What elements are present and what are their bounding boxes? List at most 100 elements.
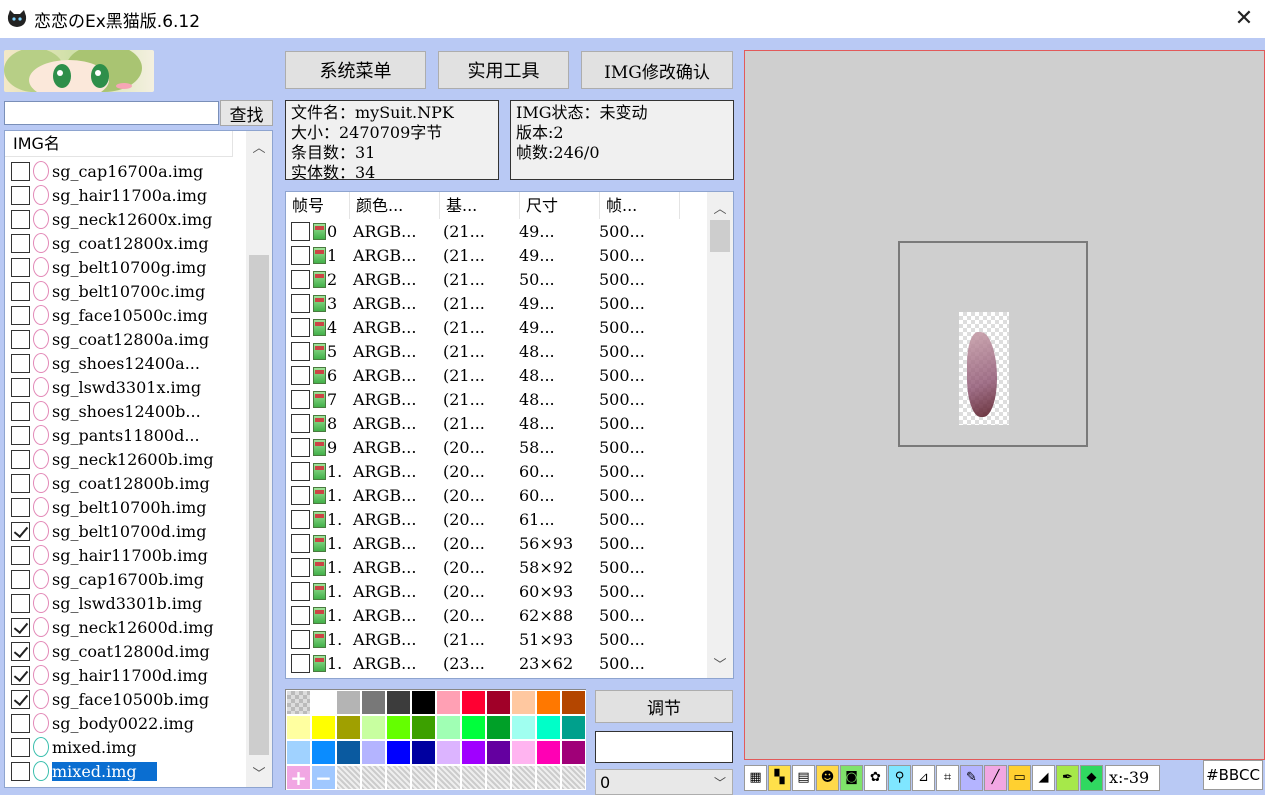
img-checkbox[interactable]: [11, 569, 30, 589]
color-swatch[interactable]: [411, 740, 436, 765]
table-row[interactable]: 5 ARGB... (21... 48... 500...: [286, 339, 706, 363]
img-checkbox[interactable]: [11, 737, 30, 757]
col-header-size[interactable]: 尺寸: [520, 192, 600, 219]
img-checkbox[interactable]: [11, 401, 30, 421]
frame-checkbox[interactable]: [291, 437, 310, 457]
layers-icon[interactable]: ▦: [744, 764, 767, 791]
table-row[interactable]: 3 ARGB... (21... 49... 500...: [286, 291, 706, 315]
color-swatch[interactable]: [436, 690, 461, 715]
transparent-swatch[interactable]: [286, 690, 311, 715]
list-item[interactable]: sg_body0022.img: [5, 711, 245, 735]
empty-swatch[interactable]: [486, 765, 511, 790]
table-row[interactable]: 1. ARGB... (20... 60... 500...: [286, 459, 706, 483]
list-item[interactable]: sg_hair11700b.img: [5, 543, 245, 567]
mode-select[interactable]: 0 ﹀: [595, 769, 733, 795]
frame-checkbox[interactable]: [291, 461, 310, 481]
frame-checkbox[interactable]: [291, 413, 310, 433]
table-row[interactable]: 1. ARGB... (20... 61... 500...: [286, 507, 706, 531]
img-list-header[interactable]: IMG名: [5, 131, 233, 157]
list-item[interactable]: sg_cap16700b.img: [5, 567, 245, 591]
frame-table-scrollbar[interactable]: ︿ ﹀: [707, 192, 733, 678]
frame-checkbox[interactable]: [291, 365, 310, 385]
table-row[interactable]: 1. ARGB... (23... 23×62 500...: [286, 651, 706, 675]
close-button[interactable]: ✕: [1229, 4, 1259, 32]
list-item[interactable]: sg_neck12600x.img: [5, 207, 245, 231]
img-checkbox[interactable]: [11, 521, 30, 541]
scroll-thumb[interactable]: [249, 255, 269, 755]
color-swatch[interactable]: [411, 690, 436, 715]
color-swatch[interactable]: [311, 715, 336, 740]
color-swatch[interactable]: [361, 690, 386, 715]
system-menu-button[interactable]: 系统菜单: [285, 51, 426, 89]
color-swatch[interactable]: [286, 740, 311, 765]
color-swatch[interactable]: [386, 690, 411, 715]
list-item[interactable]: sg_neck12600b.img: [5, 447, 245, 471]
color-swatch[interactable]: [361, 715, 386, 740]
list-item[interactable]: sg_coat12800a.img: [5, 327, 245, 351]
color-swatch[interactable]: [511, 690, 536, 715]
table-row[interactable]: 2 ARGB... (21... 50... 500...: [286, 267, 706, 291]
img-checkbox[interactable]: [11, 185, 30, 205]
table-row[interactable]: 1. ARGB... (21... 51×93 500...: [286, 627, 706, 651]
col-header-frame-no[interactable]: 帧号: [286, 192, 350, 219]
list-item[interactable]: mixed.img: [5, 759, 245, 783]
line-icon[interactable]: ╱: [984, 764, 1007, 791]
color-swatch[interactable]: [436, 715, 461, 740]
list-item[interactable]: sg_lswd3301x.img: [5, 375, 245, 399]
list-item[interactable]: sg_neck12600d.img: [5, 615, 245, 639]
color-swatch[interactable]: [486, 690, 511, 715]
img-checkbox[interactable]: [11, 281, 30, 301]
list-item[interactable]: sg_coat12800b.img: [5, 471, 245, 495]
img-checkbox[interactable]: [11, 377, 30, 397]
search-button[interactable]: 查找: [220, 100, 273, 126]
list-item[interactable]: sg_lswd3301b.img: [5, 591, 245, 615]
grid-icon[interactable]: ▚: [768, 764, 791, 791]
film-icon[interactable]: ▤: [792, 764, 815, 791]
img-checkbox[interactable]: [11, 473, 30, 493]
scroll-down-icon[interactable]: ﹀: [707, 650, 733, 676]
table-row[interactable]: 1. ARGB... (20... 58×92 500...: [286, 555, 706, 579]
color-swatch[interactable]: [436, 740, 461, 765]
color-swatch[interactable]: [461, 740, 486, 765]
frame-checkbox[interactable]: [291, 293, 310, 313]
img-checkbox[interactable]: [11, 449, 30, 469]
list-item[interactable]: sg_belt10700g.img: [5, 255, 245, 279]
color-swatch[interactable]: [536, 690, 561, 715]
empty-swatch[interactable]: [536, 765, 561, 790]
color-swatch[interactable]: [336, 715, 361, 740]
frame-checkbox[interactable]: [291, 317, 310, 337]
img-checkbox[interactable]: [11, 545, 30, 565]
color-swatch[interactable]: [386, 715, 411, 740]
frame-table[interactable]: 帧号 颜色... 基... 尺寸 帧... 0 ARGB... (21... 49..…: [285, 191, 734, 679]
sprite-preview[interactable]: [959, 312, 1009, 425]
table-row[interactable]: 1 ARGB... (21... 49... 500...: [286, 243, 706, 267]
img-confirm-button[interactable]: IMG修改确认: [581, 51, 733, 89]
img-checkbox[interactable]: [11, 425, 30, 445]
color-swatch[interactable]: [361, 740, 386, 765]
tools-button[interactable]: 实用工具: [438, 51, 569, 89]
col-header-frame[interactable]: 帧...: [600, 192, 680, 219]
camera-icon[interactable]: ◙: [840, 764, 863, 791]
table-row[interactable]: 0 ARGB... (21... 49... 500...: [286, 219, 706, 243]
frame-checkbox[interactable]: [291, 389, 310, 409]
color-swatch[interactable]: [461, 715, 486, 740]
scroll-up-icon[interactable]: ︿: [707, 194, 733, 220]
table-row[interactable]: 6 ARGB... (21... 48... 500...: [286, 363, 706, 387]
frame-checkbox[interactable]: [291, 557, 310, 577]
list-item[interactable]: sg_belt10700c.img: [5, 279, 245, 303]
color-swatch[interactable]: [386, 740, 411, 765]
frame-checkbox[interactable]: [291, 485, 310, 505]
list-item[interactable]: sg_coat12800d.img: [5, 639, 245, 663]
empty-swatch[interactable]: [436, 765, 461, 790]
remove-color-icon[interactable]: −: [311, 765, 336, 790]
preview-canvas[interactable]: [744, 50, 1265, 760]
cat-icon[interactable]: ☻: [816, 764, 839, 791]
col-header-base[interactable]: 基...: [440, 192, 520, 219]
add-color-icon[interactable]: +: [286, 765, 311, 790]
color-swatch[interactable]: [536, 740, 561, 765]
scroll-down-icon[interactable]: ﹀: [246, 759, 272, 785]
list-item[interactable]: sg_face10500b.img: [5, 687, 245, 711]
list-item[interactable]: sg_belt10700h.img: [5, 495, 245, 519]
color-swatch[interactable]: [336, 690, 361, 715]
eyedropper-icon[interactable]: ✒: [1056, 764, 1079, 791]
